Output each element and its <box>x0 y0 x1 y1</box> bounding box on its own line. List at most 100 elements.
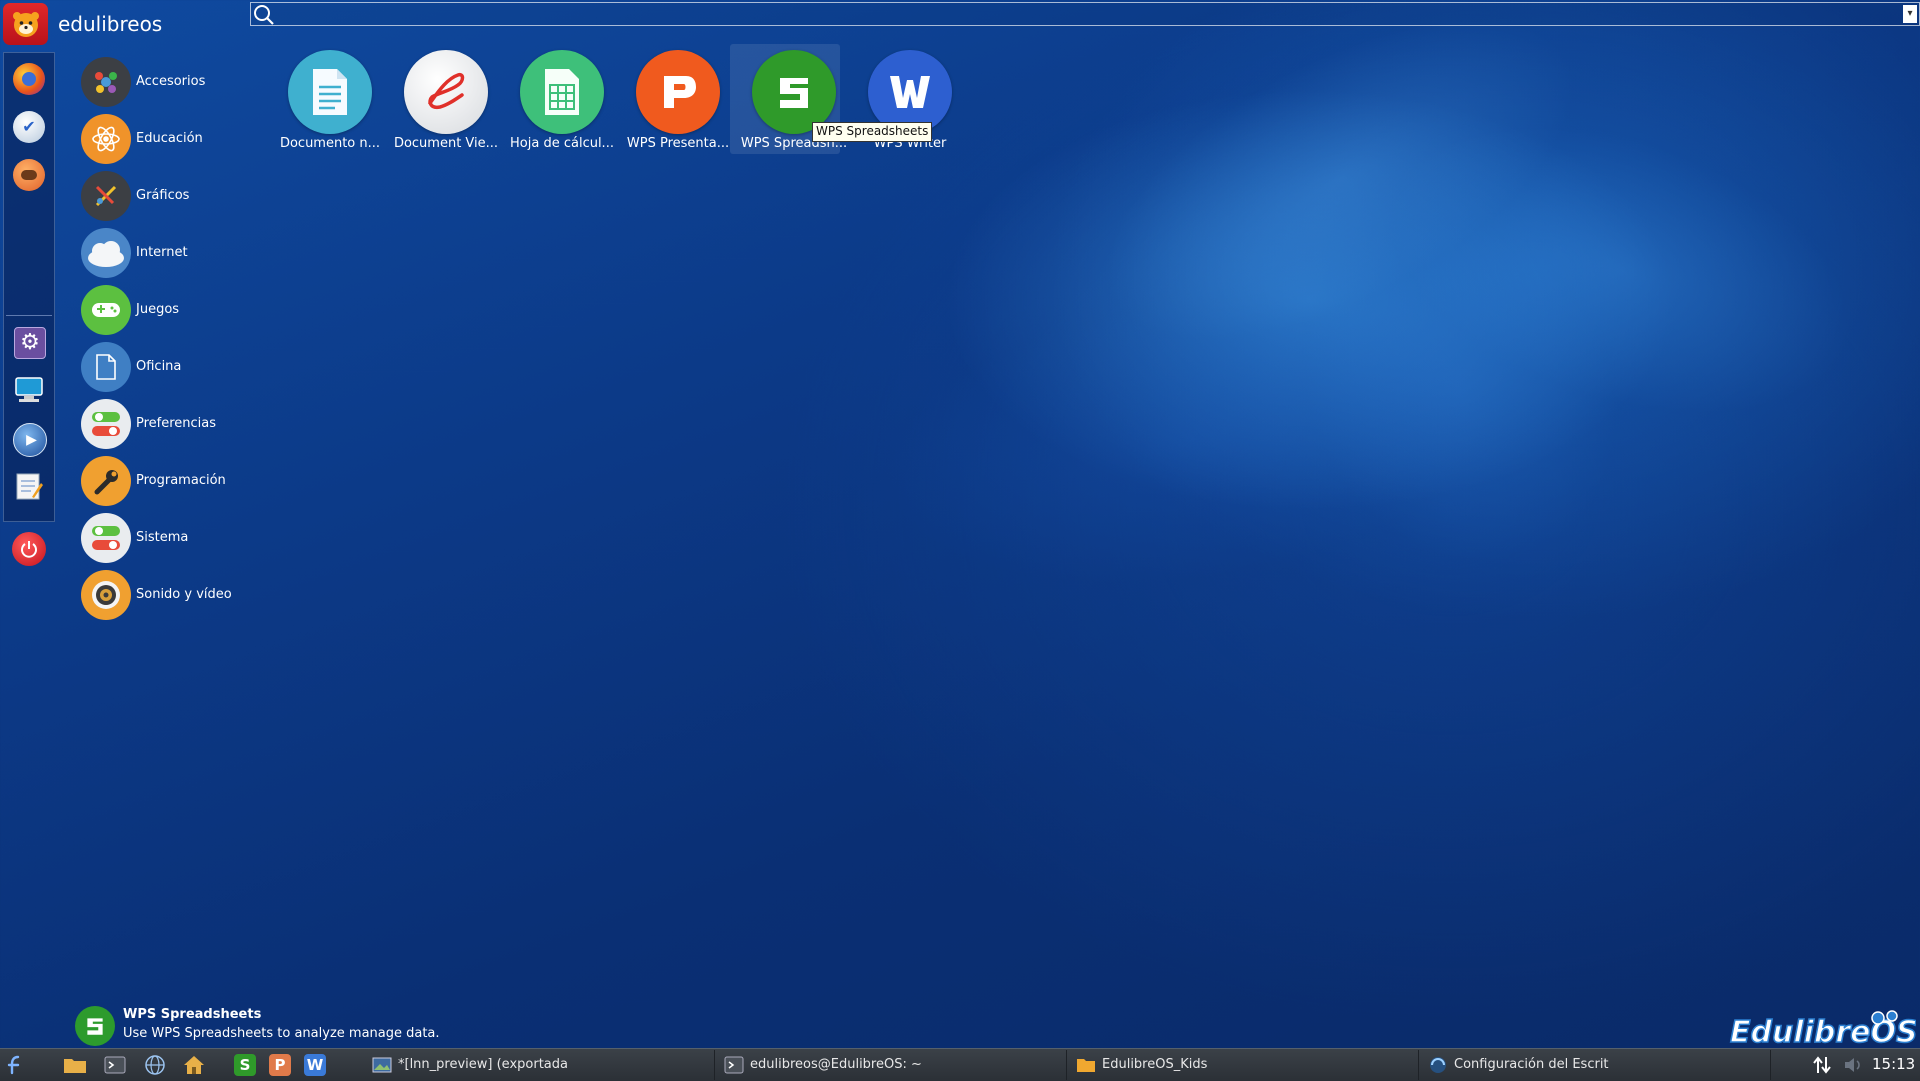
taskbar: S P W *[lnn_preview] (exportada edulibre… <box>0 1048 1920 1081</box>
category-oficina[interactable]: Oficina <box>81 342 261 392</box>
category-label: Educación <box>136 131 203 146</box>
task-desktop-settings[interactable]: Configuración del Escrit <box>1422 1050 1771 1080</box>
terminal-icon <box>724 1056 744 1074</box>
wallpaper-petal <box>1351 72 1889 468</box>
notepad-icon <box>16 473 43 500</box>
image-editor-icon <box>372 1057 392 1073</box>
category-sistema[interactable]: Sistema <box>81 513 261 563</box>
category-label: Gráficos <box>136 188 190 203</box>
cloud-icon <box>81 228 131 278</box>
dog-icon <box>21 170 37 180</box>
spreadsheet-icon <box>520 50 604 134</box>
favorites-divider <box>6 315 52 316</box>
power-button[interactable] <box>12 532 46 566</box>
wrench-icon <box>81 456 131 506</box>
category-label: Sistema <box>136 530 189 545</box>
network-arrows-icon <box>1813 1056 1831 1074</box>
wps-writer-quicklaunch[interactable]: W <box>302 1053 328 1077</box>
system-toggles-icon <box>81 513 131 563</box>
taskbar-clock[interactable]: 15:13 <box>1872 1055 1915 1073</box>
terminal-icon <box>104 1056 126 1074</box>
firefox-launcher[interactable] <box>13 63 45 95</box>
category-internet[interactable]: Internet <box>81 228 261 278</box>
wallpaper-petal <box>1240 159 1680 621</box>
document-viewer-icon <box>404 50 488 134</box>
speaker-icon <box>81 570 131 620</box>
folder-icon <box>1077 1059 1095 1072</box>
search-dropdown-button[interactable]: ▾ <box>1903 5 1917 23</box>
toggles-icon <box>81 399 131 449</box>
tiger-mascot-icon <box>12 12 39 37</box>
wps-presentation-quicklaunch[interactable]: P <box>267 1053 293 1077</box>
search-bar[interactable]: ▾ <box>250 2 1920 26</box>
text-document-icon <box>288 50 372 134</box>
category-label: Juegos <box>136 302 180 317</box>
category-label: Accesorios <box>136 74 206 89</box>
atom-icon <box>81 114 131 164</box>
category-accesorios[interactable]: Accesorios <box>81 57 261 107</box>
wps-spreadsheets-small-icon: S <box>234 1054 256 1076</box>
category-programacion[interactable]: Programación <box>81 456 261 506</box>
favorites-bar: ✔ ⚙ ▶ <box>3 52 55 522</box>
wps-presentation-icon <box>636 50 720 134</box>
category-label: Preferencias <box>136 416 217 431</box>
category-juegos[interactable]: Juegos <box>81 285 261 335</box>
svg-text:EdulibreOS: EdulibreOS <box>1730 1015 1916 1050</box>
wallpaper-petal <box>863 258 1517 622</box>
app-documento-nuevo[interactable]: Documento n... <box>266 44 380 154</box>
folder-icon <box>64 1059 86 1073</box>
selected-app-icon <box>75 1006 115 1046</box>
app-document-viewer[interactable]: Document Vie... <box>382 44 498 154</box>
firefox-icon <box>22 72 36 86</box>
browser-quicklaunch[interactable] <box>142 1053 168 1077</box>
document-icon <box>81 342 131 392</box>
power-icon <box>21 541 37 558</box>
speaker-volume-icon <box>1845 1058 1860 1072</box>
task-label: EdulibreOS_Kids <box>1102 1057 1208 1072</box>
graphics-tools-icon <box>81 171 131 221</box>
selected-app-title: WPS Spreadsheets <box>123 1007 262 1022</box>
task-label: edulibreos@EdulibreOS: ~ <box>750 1057 922 1072</box>
email-client-launcher[interactable]: ✔ <box>13 111 45 143</box>
settings-launcher[interactable]: ⚙ <box>14 327 46 359</box>
category-graficos[interactable]: Gráficos <box>81 171 261 221</box>
terminal-quicklaunch[interactable] <box>102 1053 128 1077</box>
app-hoja-de-calculo[interactable]: Hoja de cálcul... <box>498 44 614 154</box>
wps-writer-small-icon: W <box>304 1054 326 1076</box>
volume-tray-button[interactable] <box>1840 1053 1866 1077</box>
globe-icon <box>145 1055 165 1075</box>
search-input[interactable] <box>281 4 1885 26</box>
file-manager-quicklaunch[interactable] <box>62 1053 88 1077</box>
task-label: *[lnn_preview] (exportada <box>398 1057 568 1072</box>
app-menu-logo[interactable] <box>3 3 48 45</box>
pets-app-launcher[interactable] <box>13 159 45 191</box>
gear-icon: ⚙ <box>20 330 40 355</box>
task-terminal[interactable]: edulibreos@EdulibreOS: ~ <box>718 1050 1067 1080</box>
task-image-editor[interactable]: *[lnn_preview] (exportada <box>366 1050 715 1080</box>
app-wps-presentation[interactable]: WPS Presenta... <box>614 44 729 154</box>
app-label: Documento n... <box>279 136 381 151</box>
category-educacion[interactable]: Educación <box>81 114 261 164</box>
start-menu-button[interactable] <box>3 1053 29 1077</box>
app-label: Document Vie... <box>393 136 499 151</box>
computer-launcher[interactable] <box>14 375 44 405</box>
home-quicklaunch[interactable] <box>181 1053 207 1077</box>
category-preferencias[interactable]: Preferencias <box>81 399 261 449</box>
text-editor-launcher[interactable] <box>14 471 44 501</box>
app-tooltip: WPS Spreadsheets <box>812 122 933 142</box>
category-sonido-video[interactable]: Sonido y vídeo <box>81 570 261 620</box>
menu-header: edulibreos <box>0 0 250 50</box>
search-icon <box>254 5 274 25</box>
media-player-launcher[interactable]: ▶ <box>13 423 47 457</box>
wallpaper-petal <box>1054 0 1626 409</box>
network-tray-button[interactable] <box>1809 1053 1835 1077</box>
user-name: edulibreos <box>58 12 163 36</box>
task-folder-kids[interactable]: EdulibreOS_Kids <box>1070 1050 1419 1080</box>
accessories-icon <box>81 57 131 107</box>
task-label: Configuración del Escrit <box>1454 1057 1609 1072</box>
wps-presentation-small-icon: P <box>269 1054 291 1076</box>
app-label: WPS Presenta... <box>626 136 730 151</box>
monitor-icon <box>15 377 43 402</box>
category-label: Internet <box>136 245 188 260</box>
wps-spreadsheets-quicklaunch[interactable]: S <box>232 1053 258 1077</box>
